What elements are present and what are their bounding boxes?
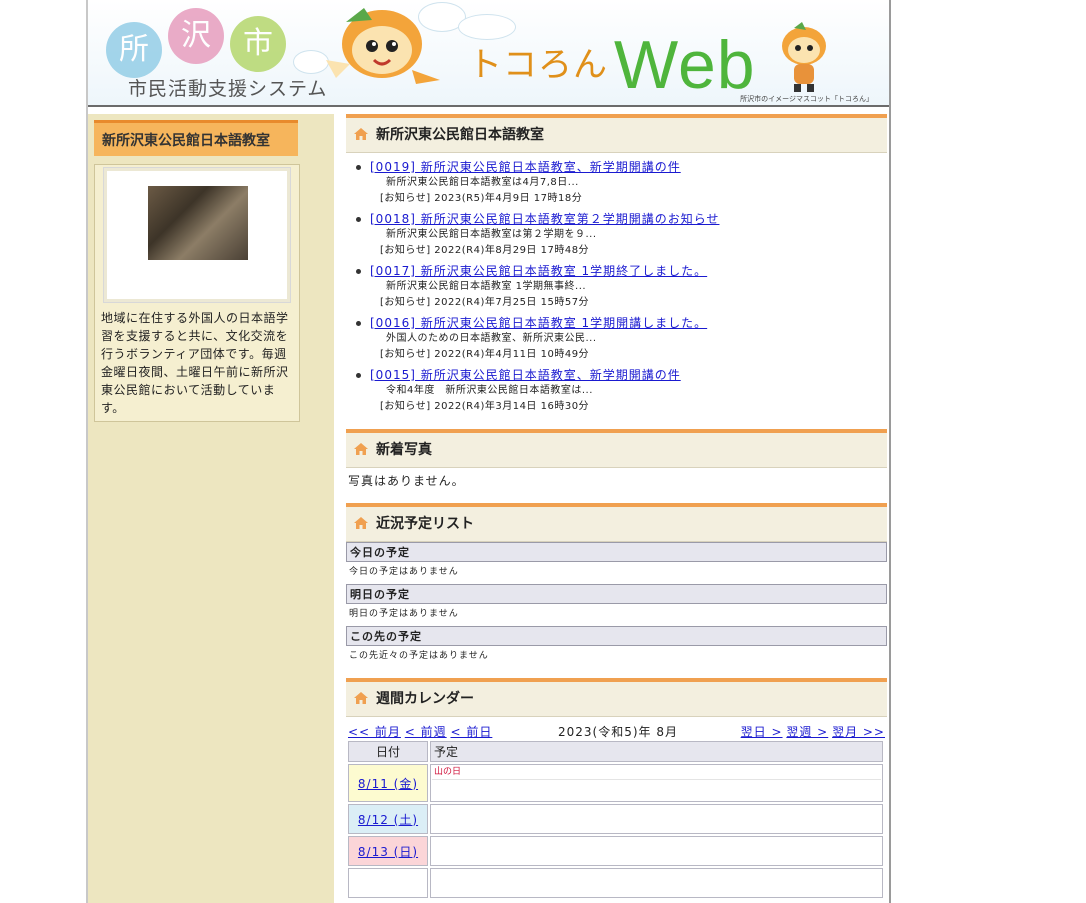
news-link[interactable]: [0015] 新所沢東公民館日本語教室、新学期開講の件	[370, 367, 887, 383]
home-icon	[354, 517, 368, 529]
news-link[interactable]: [0017] 新所沢東公民館日本語教室 1学期終了しました。	[370, 263, 887, 279]
site-title: トコろんWeb	[468, 26, 756, 104]
home-icon	[354, 443, 368, 455]
schedule-section-header: 近況予定リスト	[346, 503, 887, 542]
news-meta: [お知らせ] 2022(R4)年4月11日 10時49分	[380, 349, 590, 360]
club-title: 新所沢東公民館日本語教室	[94, 120, 298, 156]
date-cell	[348, 868, 428, 898]
tomorrow-schedule-label: 明日の予定	[346, 584, 887, 604]
club-description: 地域に在住する外国人の日本語学習を支援すると共に、文化交流を行うボランティア団体…	[101, 311, 289, 415]
news-item: [0018] 新所沢東公民館日本語教室第２学期開講のお知らせ 新所沢東公民館日本…	[356, 211, 887, 259]
news-meta: [お知らせ] 2022(R4)年8月29日 17時48分	[380, 245, 590, 256]
prev-month-link[interactable]: << 前月	[348, 725, 401, 739]
news-section-header: 新所沢東公民館日本語教室	[346, 114, 887, 153]
news-item: [0019] 新所沢東公民館日本語教室、新学期開講の件 新所沢東公民館日本語教室…	[356, 159, 887, 207]
news-item: [0017] 新所沢東公民館日本語教室 1学期終了しました。 新所沢東公民館日本…	[356, 263, 887, 311]
logo-subtitle: 市民活動支援システム	[128, 78, 328, 100]
next-day-link[interactable]: 翌日 >	[741, 725, 783, 739]
next-week-link[interactable]: 翌週 >	[786, 725, 828, 739]
news-link[interactable]: [0019] 新所沢東公民館日本語教室、新学期開講の件	[370, 159, 887, 175]
date-cell: 8/12 (土)	[348, 804, 428, 834]
club-info-box: 地域に在住する外国人の日本語学習を支援すると共に、文化交流を行うボランティア団体…	[94, 164, 300, 422]
logo-char: 所	[106, 22, 162, 78]
news-meta: [お知らせ] 2022(R4)年7月25日 15時57分	[380, 297, 590, 308]
site-title-prefix: トコろん	[468, 46, 608, 84]
date-link[interactable]: 8/11 (金)	[358, 777, 418, 791]
calendar-row: 8/12 (土)	[348, 804, 883, 834]
future-schedule-label: この先の予定	[346, 626, 887, 646]
plan-cell[interactable]: 山の日	[430, 764, 883, 802]
logo-char: 市	[230, 16, 286, 72]
mascot-standing-icon	[782, 22, 826, 92]
club-photo-frame	[103, 167, 291, 303]
news-snippet: 新所沢東公民館日本語教室は第２学期を９...	[386, 229, 597, 240]
prev-day-link[interactable]: < 前日	[450, 725, 492, 739]
schedule-heading: 近況予定リスト	[376, 516, 474, 532]
date-link[interactable]: 8/13 (日)	[358, 845, 418, 859]
news-link[interactable]: [0018] 新所沢東公民館日本語教室第２学期開講のお知らせ	[370, 211, 887, 227]
holiday-label: 山の日	[432, 766, 881, 780]
calendar-header-row: 日付 予定	[348, 741, 883, 762]
mascot-caption: 所沢市のイメージマスコット「トコろん」	[740, 95, 873, 103]
club-photo[interactable]	[148, 186, 248, 260]
news-link[interactable]: [0016] 新所沢東公民館日本語教室 1学期開講しました。	[370, 315, 887, 331]
plan-cell[interactable]	[430, 868, 883, 898]
logo-char: 沢	[168, 8, 224, 64]
photos-empty-text: 写真はありません。	[348, 474, 465, 488]
news-snippet: 令和4年度 新所沢東公民館日本語教室は...	[386, 385, 593, 396]
news-item: [0016] 新所沢東公民館日本語教室 1学期開講しました。 外国人のための日本…	[356, 315, 887, 363]
news-snippet: 外国人のための日本語教室、新所沢東公民...	[386, 333, 597, 344]
news-snippet: 新所沢東公民館日本語教室は4月7,8日...	[386, 177, 579, 188]
next-month-link[interactable]: 翌月 >>	[832, 725, 885, 739]
news-item: [0015] 新所沢東公民館日本語教室、新学期開講の件 令和4年度 新所沢東公民…	[356, 367, 887, 415]
home-icon	[354, 692, 368, 704]
today-schedule-label: 今日の予定	[346, 542, 887, 562]
date-cell: 8/13 (日)	[348, 836, 428, 866]
week-calendar-table: 日付 予定 8/11 (金) 山の日 8/12 (土) 8/13 (日)	[346, 739, 885, 900]
news-meta: [お知らせ] 2022(R4)年3月14日 16時30分	[380, 401, 590, 412]
photos-section-header: 新着写真	[346, 429, 887, 468]
tomorrow-schedule-note: 明日の予定はありません	[349, 609, 459, 619]
sidebar: 新所沢東公民館日本語教室 地域に在住する外国人の日本語学習を支援すると共に、文化…	[88, 114, 334, 903]
news-snippet: 新所沢東公民館日本語教室 1学期無事終...	[386, 281, 587, 292]
plan-cell[interactable]	[430, 836, 883, 866]
future-schedule-note: この先近々の予定はありません	[349, 651, 489, 661]
news-meta: [お知らせ] 2023(R5)年4月9日 17時18分	[380, 193, 583, 204]
today-schedule-note: 今日の予定はありません	[349, 567, 459, 577]
date-link[interactable]: 8/12 (土)	[358, 813, 418, 827]
calendar-current-month: 2023(令和5)年 8月	[558, 725, 678, 739]
news-heading: 新所沢東公民館日本語教室	[376, 127, 544, 143]
home-icon	[354, 128, 368, 140]
calendar-row: 8/11 (金) 山の日	[348, 764, 883, 802]
main-content: 新所沢東公民館日本語教室 [0019] 新所沢東公民館日本語教室、新学期開講の件…	[346, 114, 887, 900]
prev-week-link[interactable]: < 前週	[405, 725, 447, 739]
news-list: [0019] 新所沢東公民館日本語教室、新学期開講の件 新所沢東公民館日本語教室…	[346, 153, 887, 415]
calendar-heading: 週間カレンダー	[376, 691, 474, 707]
photos-heading: 新着写真	[376, 442, 432, 458]
page-frame: 所 沢 市 市民活動支援システム トコろんWeb 所沢市のイメージマスコット「ト…	[86, 0, 891, 903]
plan-column-header: 予定	[430, 741, 883, 762]
calendar-row	[348, 868, 883, 898]
site-title-web: Web	[614, 27, 756, 103]
calendar-nav: << 前月 < 前週 < 前日 2023(令和5)年 8月 翌日 > 翌週 > …	[346, 721, 887, 739]
site-banner[interactable]: 所 沢 市 市民活動支援システム トコろんWeb 所沢市のイメージマスコット「ト…	[88, 0, 889, 107]
date-column-header: 日付	[348, 741, 428, 762]
date-cell: 8/11 (金)	[348, 764, 428, 802]
calendar-section-header: 週間カレンダー	[346, 678, 887, 717]
plan-cell[interactable]	[430, 804, 883, 834]
calendar-row: 8/13 (日)	[348, 836, 883, 866]
mascot-flying-icon	[326, 8, 440, 84]
